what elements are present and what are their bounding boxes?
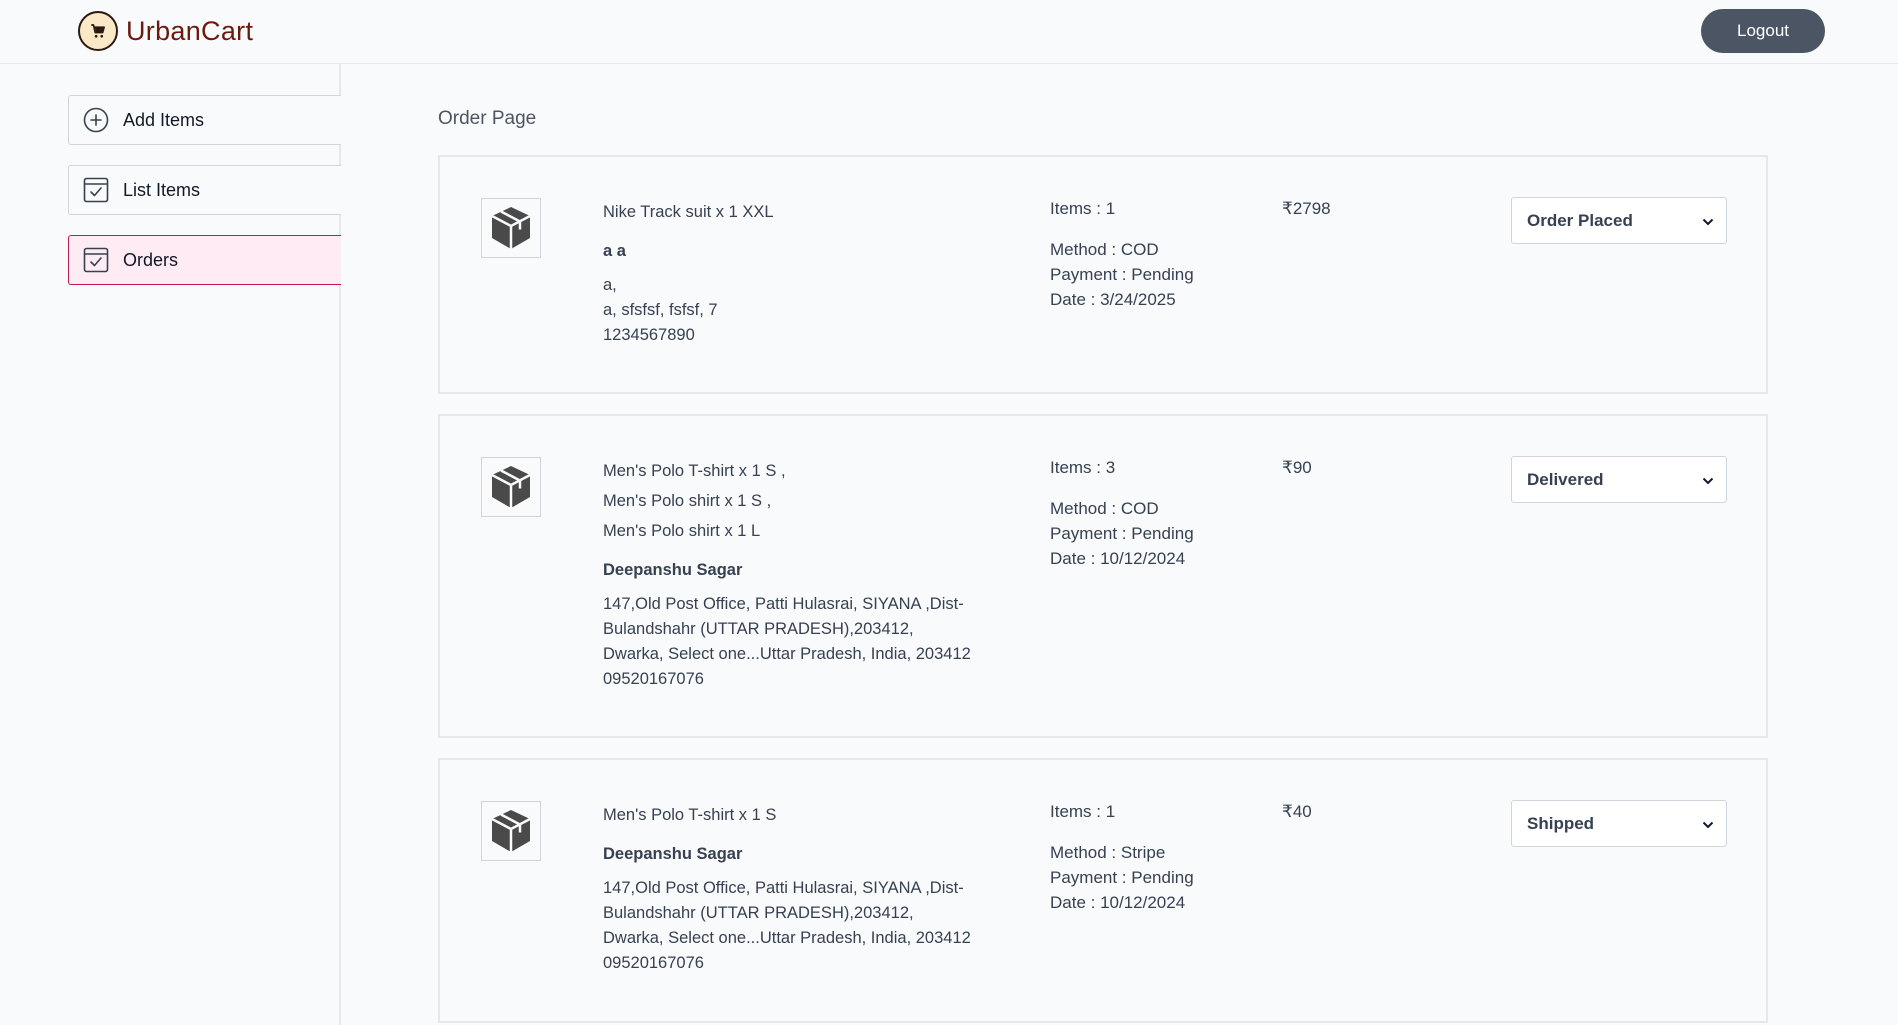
order-card: Men's Polo T-shirt x 1 S Deepanshu Sagar… [438,758,1768,1023]
chevron-down-icon [1702,814,1714,834]
order-line-item: Men's Polo T-shirt x 1 S [603,806,777,824]
order-details: Nike Track suit x 1 XXL a a a, a, sfsfsf… [603,197,1023,348]
package-icon [481,198,541,258]
customer-address: 147,Old Post Office, Patti Hulasrai, SIY… [603,876,1023,976]
package-icon [481,457,541,517]
address-line: a, sfsfsf, fsfsf, 7 [603,301,718,319]
order-details: Men's Polo T-shirt x 1 S Deepanshu Sagar… [603,800,1023,976]
cart-icon [78,11,118,51]
sidebar-item-label: Add Items [123,109,205,130]
order-details: Men's Polo T-shirt x 1 S , Men's Polo sh… [603,456,1023,692]
sidebar-item-add-items[interactable]: Add Items [68,95,341,145]
chevron-down-icon [1702,470,1714,490]
order-card: Men's Polo T-shirt x 1 S , Men's Polo sh… [438,414,1768,738]
order-status-select[interactable]: Delivered [1511,456,1727,503]
order-line-item: Men's Polo shirt x 1 S , [603,492,772,510]
page-title: Order Page [438,108,537,129]
payment-status: Payment : Pending [1050,265,1194,284]
payment-method: Method : Stripe [1050,843,1166,862]
order-line-item: Nike Track suit x 1 XXL [603,203,774,221]
item-count: Items : 3 [1050,458,1116,477]
address-line: Bulandshahr (UTTAR PRADESH),203412, [603,904,914,922]
customer-address: 147,Old Post Office, Patti Hulasrai, SIY… [603,592,1023,692]
order-line-item: Men's Polo shirt x 1 L [603,522,761,540]
order-meta: Items : 1 Method : COD Payment : Pending… [1050,197,1194,312]
brand-logo[interactable]: UrbanCart [78,10,253,52]
logout-button[interactable]: Logout [1701,9,1825,53]
package-icon [481,801,541,861]
address-line: a, [603,276,617,294]
order-amount: ₹90 [1282,458,1312,477]
customer-phone: 09520167076 [603,670,704,688]
order-amount: ₹2798 [1282,199,1331,218]
sidebar-item-label: Orders [123,249,179,270]
plus-circle-icon [83,107,109,133]
customer-name: Deepanshu Sagar [603,845,743,863]
order-amount: ₹40 [1282,802,1312,821]
customer-address: a, a, sfsfsf, fsfsf, 7 1234567890 [603,273,1023,348]
address-line: Dwarka, Select one...Uttar Pradesh, Indi… [603,929,971,947]
payment-status: Payment : Pending [1050,868,1194,887]
checkbox-icon [83,247,109,273]
customer-name: a a [603,242,626,260]
chevron-down-icon [1702,211,1714,231]
order-date: Date : 10/12/2024 [1050,893,1186,912]
brand-name: UrbanCart [126,15,254,46]
top-bar: UrbanCart Logout [0,0,1898,64]
address-line: Dwarka, Select one...Uttar Pradesh, Indi… [603,645,971,663]
order-date: Date : 10/12/2024 [1050,549,1186,568]
order-date: Date : 3/24/2025 [1050,290,1176,309]
order-status-value: Shipped [1527,813,1595,833]
item-count: Items : 1 [1050,199,1116,218]
order-card: Nike Track suit x 1 XXL a a a, a, sfsfsf… [438,155,1768,394]
payment-method: Method : COD [1050,499,1159,518]
customer-name: Deepanshu Sagar [603,561,743,579]
order-status-select[interactable]: Shipped [1511,800,1727,847]
sidebar: Add Items List Items Orders [0,64,341,1025]
order-status-value: Order Placed [1527,210,1633,230]
order-meta: Items : 1 Method : Stripe Payment : Pend… [1050,800,1194,915]
customer-phone: 1234567890 [603,326,695,344]
order-meta: Items : 3 Method : COD Payment : Pending… [1050,456,1194,571]
sidebar-item-list-items[interactable]: List Items [68,165,341,215]
sidebar-item-label: List Items [123,179,201,200]
order-status-select[interactable]: Order Placed [1511,197,1727,244]
address-line: 147,Old Post Office, Patti Hulasrai, SIY… [603,879,964,897]
payment-status: Payment : Pending [1050,524,1194,543]
address-line: 147,Old Post Office, Patti Hulasrai, SIY… [603,595,964,613]
item-count: Items : 1 [1050,802,1116,821]
address-line: Bulandshahr (UTTAR PRADESH),203412, [603,620,914,638]
order-status-value: Delivered [1527,469,1604,489]
payment-method: Method : COD [1050,240,1159,259]
order-line-item: Men's Polo T-shirt x 1 S , [603,462,786,480]
sidebar-item-orders[interactable]: Orders [68,235,341,285]
checkbox-icon [83,177,109,203]
customer-phone: 09520167076 [603,954,704,972]
